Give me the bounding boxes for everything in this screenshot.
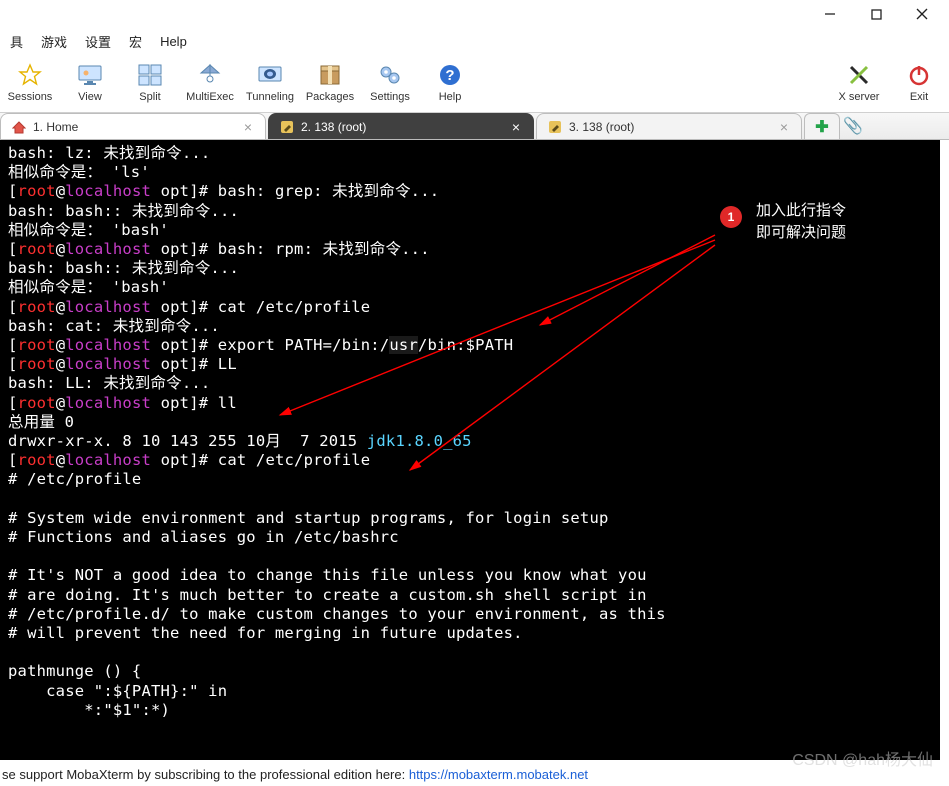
svg-text:?: ? [445,67,454,84]
footer-link[interactable]: https://mobaxterm.mobatek.net [409,767,588,782]
terminal-line: case ":${PATH}:" in [8,682,227,700]
toolbar-label: View [78,91,102,103]
terminal-line: bash: lz: 未找到命令... [8,144,210,162]
terminal-line: pathmunge () { [8,662,141,680]
power-icon [905,61,933,89]
terminal-line: [root@localhost opt]# cat /etc/profile [8,298,370,316]
package-icon [316,61,344,89]
terminal-line: 总用量 0 [8,413,74,431]
terminal-line: [root@localhost opt]# cat /etc/profile [8,451,370,469]
toolbar-label: X server [839,91,880,103]
terminal-line: bash: cat: 未找到命令... [8,317,220,335]
wrench-icon [279,119,295,135]
new-tab-button[interactable]: ✚ [804,113,840,139]
terminal-line: [root@localhost opt]# bash: rpm: 未找到命令..… [8,240,430,258]
menu-item[interactable]: 具 [2,30,31,53]
menu-bar: 具 游戏 设置 宏 Help [0,30,949,52]
close-icon[interactable]: × [509,120,523,134]
terminal-line: # It's NOT a good idea to change this fi… [8,566,647,584]
toolbar-label: Exit [910,91,928,103]
menu-item[interactable]: 设置 [77,30,119,53]
home-icon [11,119,27,135]
tab-session-3[interactable]: 3. 138 (root) × [536,113,802,139]
tab-label: 2. 138 (root) [301,120,366,134]
wrench-icon [547,119,563,135]
terminal-line: *:"$1":*) [8,701,170,719]
window-titlebar [0,0,949,30]
terminal-line: # /etc/profile [8,470,141,488]
terminal-line: # are doing. It's much better to create … [8,586,647,604]
tunnel-icon [256,61,284,89]
view-button[interactable]: View [60,54,120,110]
terminal-line: bash: bash:: 未找到命令... [8,259,239,277]
close-window-button[interactable] [899,0,945,28]
paperclip-icon[interactable]: 📎 [842,113,864,139]
split-button[interactable]: Split [120,54,180,110]
terminal-line: [root@localhost opt]# export PATH=/bin:/… [8,336,513,354]
terminal-line: [root@localhost opt]# LL [8,355,237,373]
star-icon [16,61,44,89]
toolbar-label: Split [139,91,160,103]
gear-icon [376,61,404,89]
help-icon: ? [436,61,464,89]
xserver-icon [845,61,873,89]
toolbar-label: Tunneling [246,91,294,103]
close-icon[interactable]: × [777,120,791,134]
tab-label: 3. 138 (root) [569,120,634,134]
toolbar-label: Packages [306,91,354,103]
footer: se support MobaXterm by subscribing to t… [0,767,949,782]
tab-home[interactable]: 1. Home × [0,113,266,139]
terminal[interactable]: bash: lz: 未找到命令... 相似命令是： 'ls' [root@loc… [0,140,940,760]
toolbar-label: MultiExec [186,91,234,103]
tab-session-active[interactable]: 2. 138 (root) × [268,113,534,139]
tab-label: 1. Home [33,120,78,134]
toolbar-label: Help [439,91,462,103]
footer-text: se support MobaXterm by subscribing to t… [2,767,409,782]
sessions-button[interactable]: Sessions [0,54,60,110]
terminal-line: bash: bash:: 未找到命令... [8,202,239,220]
multiexec-icon [196,61,224,89]
toolbar-label: Settings [370,91,410,103]
maximize-button[interactable] [853,0,899,28]
terminal-line: [root@localhost opt]# ll [8,394,237,412]
menu-item[interactable]: 宏 [121,30,150,53]
terminal-line: # will prevent the need for merging in f… [8,624,523,642]
settings-button[interactable]: Settings [360,54,420,110]
toolbar: Sessions View Split MultiExec Tunneling [0,52,949,113]
menu-item[interactable]: 游戏 [33,30,75,53]
xserver-button[interactable]: X server [829,54,889,110]
terminal-line: [root@localhost opt]# bash: grep: 未找到命令.… [8,182,439,200]
exit-button[interactable]: Exit [889,54,949,110]
toolbar-label: Sessions [8,91,53,103]
terminal-line: bash: LL: 未找到命令... [8,374,210,392]
monitor-icon [76,61,104,89]
terminal-line: # System wide environment and startup pr… [8,509,609,527]
terminal-line: 相似命令是： 'bash' [8,221,169,239]
minimize-button[interactable] [807,0,853,28]
terminal-line: # Functions and aliases go in /etc/bashr… [8,528,399,546]
terminal-line: # /etc/profile.d/ to make custom changes… [8,605,666,623]
help-button[interactable]: ? Help [420,54,480,110]
tab-strip: 1. Home × 2. 138 (root) × 3. 138 (root) … [0,113,949,140]
terminal-line: 相似命令是： 'ls' [8,163,150,181]
menu-item[interactable]: Help [152,32,195,51]
terminal-line: drwxr-xr-x. 8 10 143 255 10月 7 2015 jdk1… [8,432,472,450]
close-icon[interactable]: × [241,120,255,134]
terminal-wrap: bash: lz: 未找到命令... 相似命令是： 'ls' [root@loc… [0,140,940,760]
packages-button[interactable]: Packages [300,54,360,110]
terminal-line: 相似命令是： 'bash' [8,278,169,296]
multiexec-button[interactable]: MultiExec [180,54,240,110]
split-icon [136,61,164,89]
tunneling-button[interactable]: Tunneling [240,54,300,110]
